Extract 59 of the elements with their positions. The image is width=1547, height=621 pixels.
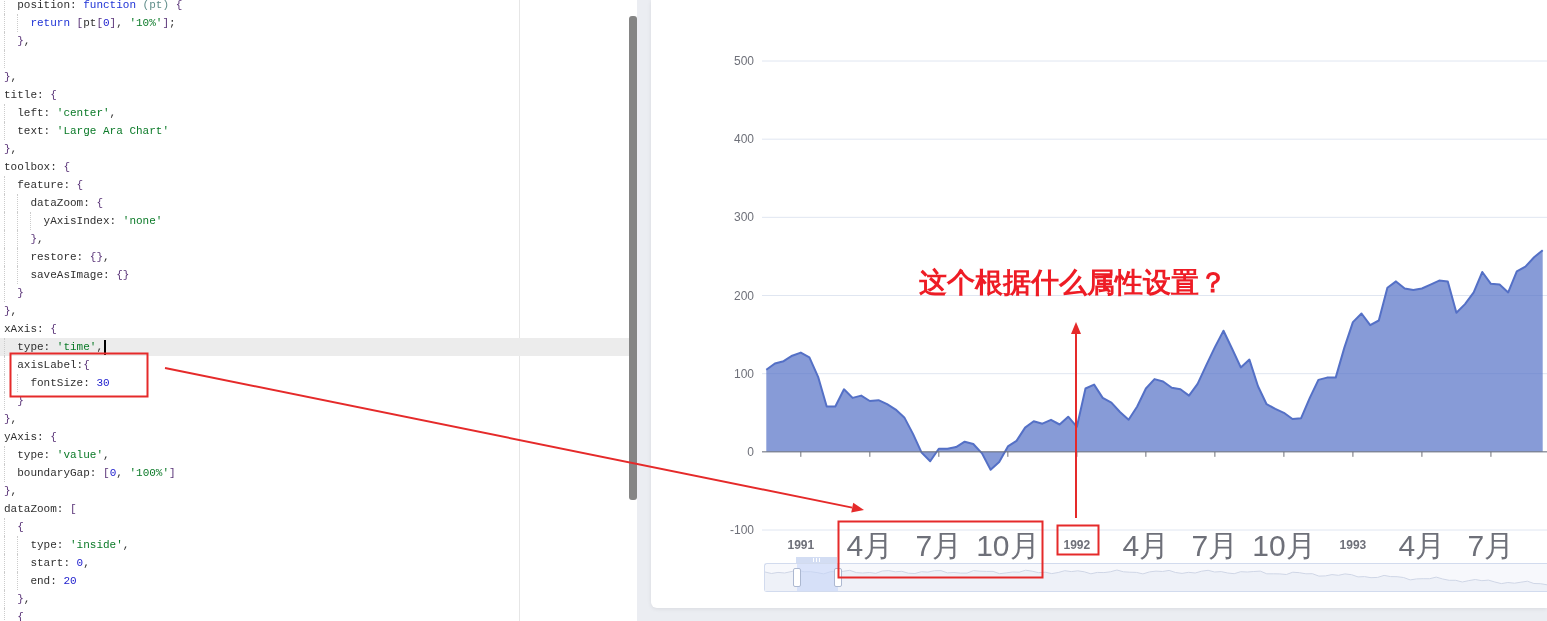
y-axis-label: -100: [729, 523, 754, 537]
code-line: fontSize: 30: [30, 376, 110, 391]
code-line: start: 0,: [30, 556, 90, 571]
x-axis-label: 1993: [1339, 539, 1367, 551]
code-line: left: 'center',: [17, 106, 117, 121]
code-line: yAxisIndex: 'none': [43, 214, 163, 229]
data-zoom-bar[interactable]: [764, 563, 1547, 592]
resize-handle[interactable]: [793, 568, 801, 587]
x-axis-label: 7月: [915, 531, 963, 561]
code-line: },: [30, 232, 44, 247]
code-line: boundaryGap: [0, '100%']: [17, 466, 176, 481]
code-line: {: [17, 520, 24, 535]
code-line: },: [4, 142, 18, 157]
code-line: text: 'Large Ara Chart': [17, 124, 169, 139]
text-cursor: [104, 339, 106, 355]
x-axis-label: 10月: [976, 531, 1040, 561]
code-line: type: 'time',: [17, 340, 103, 355]
code-line: yAxis: {: [4, 430, 57, 445]
annotation-box: [1056, 524, 1100, 556]
code-line: },: [17, 592, 31, 607]
annotation-text: 这个根据什么属性设置？: [919, 269, 1227, 297]
x-axis-label: 4月: [846, 531, 894, 561]
code-line: restore: {},: [30, 250, 110, 265]
code-line: feature: {: [17, 178, 84, 193]
code-line: type: 'inside',: [30, 538, 130, 553]
y-axis-label: 300: [733, 210, 754, 225]
y-axis-label: 400: [733, 132, 754, 147]
x-axis-label: 4月: [1398, 531, 1446, 561]
x-axis-label: 7月: [1191, 531, 1239, 561]
y-axis-label: 500: [733, 54, 754, 68]
move-handle[interactable]: [796, 557, 837, 563]
code-line: axisLabel:{: [17, 358, 90, 373]
x-axis-label: 1991: [787, 539, 815, 551]
x-axis-label: 10月: [1252, 531, 1316, 561]
code-line: saveAsImage: {}: [30, 268, 130, 283]
x-axis-label: 7月: [1467, 531, 1515, 561]
code-line: return [pt[0], '10%'];: [30, 16, 176, 31]
code-line: dataZoom: [: [4, 502, 77, 517]
y-axis-label: 100: [733, 366, 754, 381]
code-line: position: function (pt) {: [17, 0, 183, 13]
x-axis-label: 1992: [1063, 539, 1091, 551]
scrollbar-thumb[interactable]: [629, 16, 637, 500]
code-line: dataZoom: {: [30, 196, 103, 211]
code-line: }: [17, 286, 24, 301]
code-line: },: [4, 412, 18, 427]
code-line: toolbox: {: [4, 160, 71, 175]
code-line: },: [17, 34, 31, 49]
x-axis-label: 4月: [1122, 531, 1170, 561]
resize-handle[interactable]: [834, 568, 842, 587]
code-line: type: 'value',: [17, 448, 110, 463]
grip-icon: [813, 558, 820, 562]
code-line: },: [4, 70, 18, 85]
y-axis-label: 0: [747, 444, 754, 459]
code-line: xAxis: {: [4, 322, 57, 337]
code-line: },: [4, 304, 18, 319]
code-line: title: {: [4, 88, 57, 103]
code-line: end: 20: [30, 574, 77, 589]
code-line: },: [4, 484, 18, 499]
y-axis-label: 200: [733, 288, 754, 303]
